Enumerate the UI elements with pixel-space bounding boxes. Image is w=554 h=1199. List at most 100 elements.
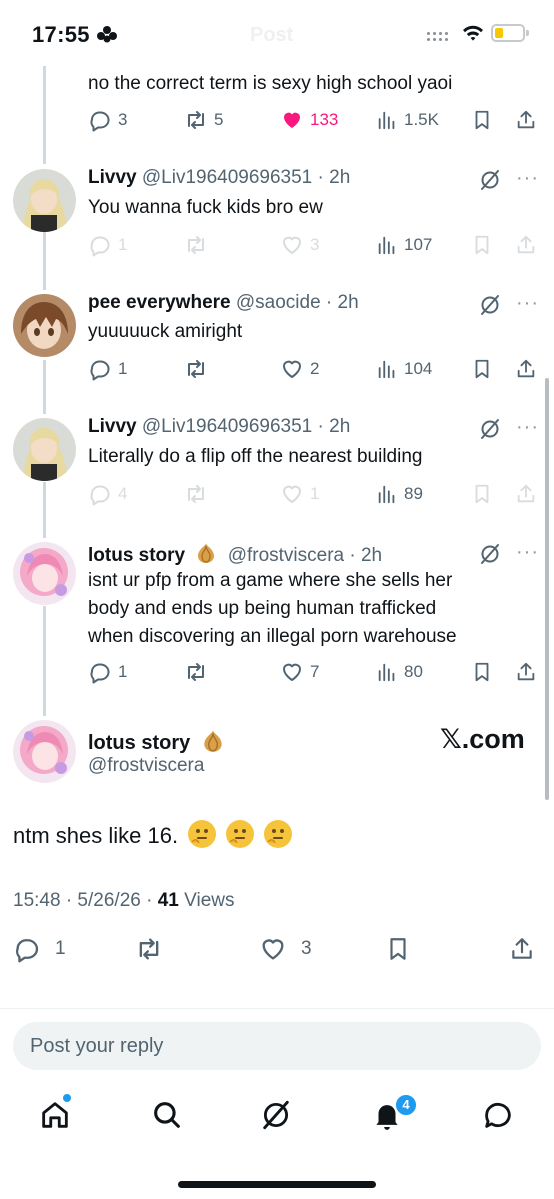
views-button[interactable]: 89: [376, 481, 423, 507]
bookmark-icon: [471, 234, 493, 256]
tweet-text: You wanna fuck kids bro ew: [88, 197, 323, 218]
views-icon: [376, 109, 398, 131]
reply-input[interactable]: Post your reply: [13, 1022, 541, 1070]
like-icon: [280, 108, 304, 132]
reply-button[interactable]: 1: [88, 356, 127, 382]
reply-button[interactable]: 4: [88, 481, 127, 507]
grok-icon[interactable]: [478, 293, 502, 317]
more-icon[interactable]: ···: [516, 293, 539, 313]
views-button[interactable]: 1.5K: [376, 107, 439, 133]
share-button[interactable]: [515, 481, 537, 507]
like-button[interactable]: 1: [280, 481, 319, 507]
share-button[interactable]: [515, 356, 537, 382]
user-handle[interactable]: @frostviscera: [228, 545, 344, 566]
share-icon: [515, 661, 537, 683]
reply-button[interactable]: 1: [88, 659, 127, 685]
display-name[interactable]: lotus story: [88, 732, 190, 754]
thinking-emoji: [226, 820, 255, 848]
main-post-text: ntm shes like 16.: [13, 820, 293, 849]
like-button[interactable]: 133: [280, 107, 338, 133]
views-count: 1.5K: [404, 110, 439, 129]
main-post-actions: 1 3: [13, 934, 541, 964]
ghost-title: Post: [250, 24, 294, 46]
display-name[interactable]: Livvy: [88, 416, 137, 437]
repost-icon: [184, 482, 208, 506]
main-post-body: ntm shes like 16.: [13, 823, 179, 848]
display-name[interactable]: pee everywhere: [88, 292, 231, 313]
avatar-image: [13, 720, 76, 783]
reply-count: 3: [118, 110, 128, 129]
more-icon[interactable]: ···: [516, 417, 539, 437]
like-count: 133: [310, 110, 339, 129]
like-icon: [280, 233, 304, 257]
views-icon: [376, 358, 398, 380]
user-handle[interactable]: @saocide: [236, 292, 321, 313]
like-button[interactable]: 7: [280, 659, 319, 685]
avatar[interactable]: [13, 169, 76, 232]
reply-button[interactable]: 1: [13, 934, 66, 964]
share-button[interactable]: [515, 107, 537, 133]
tweet-text: isnt ur pfp from a game where she sells …: [88, 567, 528, 651]
avatar[interactable]: [13, 720, 76, 783]
avatar[interactable]: [13, 294, 76, 357]
reply-icon: [88, 233, 112, 257]
repost-button[interactable]: 5: [184, 107, 223, 133]
user-handle[interactable]: @Liv196409696351: [142, 416, 312, 437]
avatar[interactable]: [13, 542, 76, 605]
main-post-author[interactable]: lotus story: [88, 728, 226, 755]
reply-icon: [88, 357, 112, 381]
like-button[interactable]: 2: [280, 356, 319, 382]
reply-count: 1: [118, 359, 128, 378]
share-button[interactable]: [515, 659, 537, 685]
repost-button[interactable]: [135, 934, 163, 964]
onion-emoji: [198, 543, 215, 563]
reply-button[interactable]: 3: [88, 107, 127, 133]
thinking-emoji: [264, 820, 293, 848]
repost-icon: [184, 660, 208, 684]
bookmark-button[interactable]: [471, 232, 493, 258]
grok-icon[interactable]: [478, 542, 502, 566]
views-button[interactable]: 107: [376, 232, 432, 258]
reply-button[interactable]: 1: [88, 232, 127, 258]
share-icon: [515, 358, 537, 380]
repost-button[interactable]: [184, 356, 208, 382]
grok-icon[interactable]: [478, 168, 502, 192]
bookmark-icon: [471, 661, 493, 683]
like-button[interactable]: 3: [259, 934, 312, 964]
display-name[interactable]: lotus story: [88, 545, 185, 566]
repost-button[interactable]: [184, 232, 208, 258]
scrollbar[interactable]: [545, 378, 549, 800]
user-handle[interactable]: @frostviscera: [88, 755, 204, 777]
grok-icon[interactable]: [478, 417, 502, 441]
views-icon: [376, 234, 398, 256]
wifi-icon: [463, 25, 483, 41]
search-icon[interactable]: [150, 1098, 184, 1132]
bookmark-button[interactable]: [471, 107, 493, 133]
repost-button[interactable]: [184, 659, 208, 685]
views-button[interactable]: 80: [376, 659, 423, 685]
display-name[interactable]: Livvy: [88, 167, 137, 188]
thread-line: [43, 360, 46, 414]
views-button[interactable]: 104: [376, 356, 432, 382]
post-views-label: Views: [178, 890, 235, 911]
bookmark-button[interactable]: [471, 659, 493, 685]
tweet-header: Livvy @Liv196409696351 · 2h: [88, 167, 350, 189]
user-handle[interactable]: @Liv196409696351: [142, 167, 312, 188]
grok-tab-icon[interactable]: [259, 1098, 293, 1132]
share-button[interactable]: [515, 232, 537, 258]
bookmark-button[interactable]: [385, 934, 411, 964]
bookmark-button[interactable]: [471, 356, 493, 382]
like-button[interactable]: 3: [280, 232, 319, 258]
share-button[interactable]: [509, 934, 535, 964]
tweet-header: pee everywhere @saocide · 2h: [88, 292, 359, 314]
repost-button[interactable]: [184, 481, 208, 507]
more-icon[interactable]: ···: [516, 542, 539, 562]
avatar[interactable]: [13, 418, 76, 481]
messages-icon[interactable]: [481, 1098, 515, 1132]
bookmark-button[interactable]: [471, 481, 493, 507]
like-icon: [280, 660, 304, 684]
more-icon[interactable]: ···: [516, 168, 539, 188]
like-count: 3: [310, 235, 320, 254]
thread-line: [43, 66, 46, 164]
home-icon[interactable]: [38, 1098, 72, 1132]
